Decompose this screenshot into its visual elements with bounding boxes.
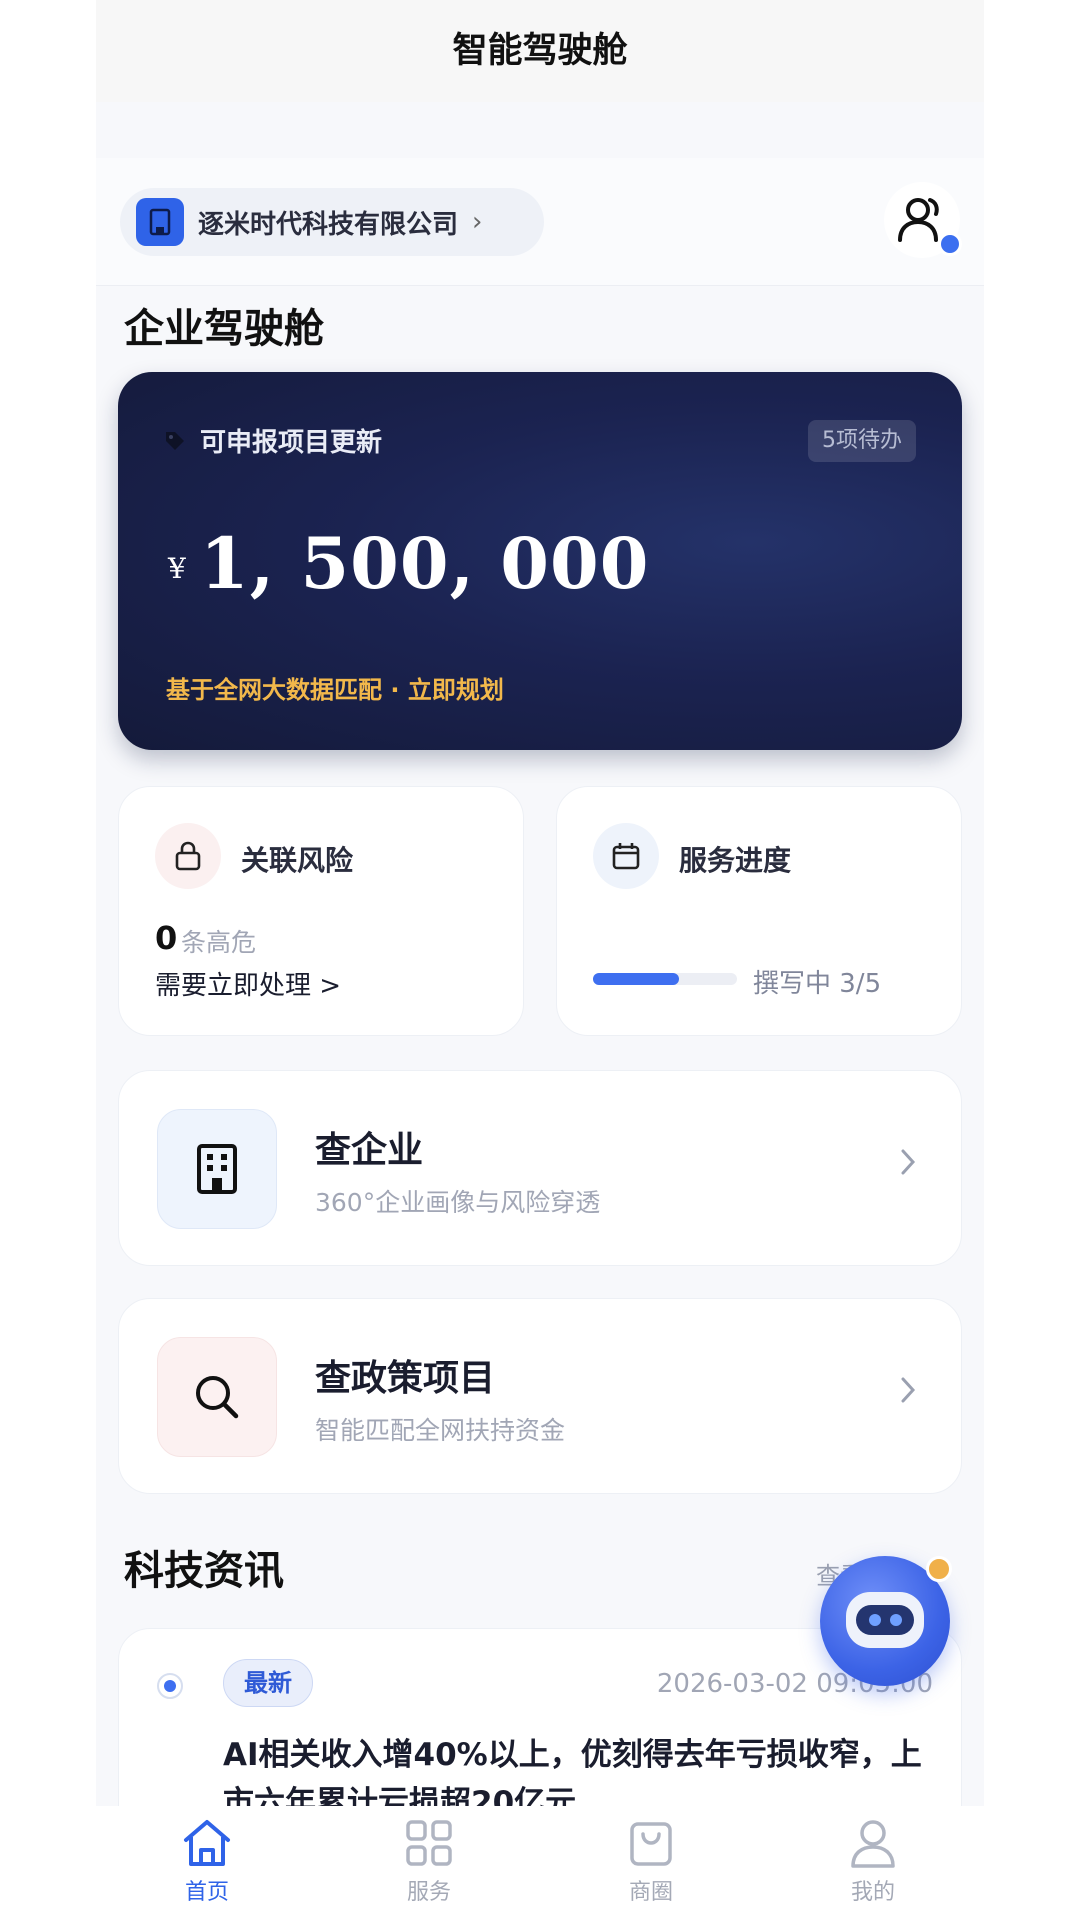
home-icon — [184, 1820, 230, 1866]
building-icon — [157, 1109, 277, 1229]
section-title-news: 科技资讯 — [124, 1548, 284, 1594]
tab-label: 商圈 — [628, 1880, 673, 1905]
tab-label: 我的 — [850, 1880, 895, 1905]
section-title-cockpit: 企业驾驶舱 — [124, 306, 324, 352]
risk-title: 关联风险 — [241, 844, 354, 877]
page-title: 智能驾驶舱 — [452, 31, 628, 71]
timeline-dot — [157, 1673, 183, 1699]
app-screen: 智能驾驶舱 逐米时代科技有限公司 › 企业驾驶舱 可申报项目更新 5项待办 ¥ … — [96, 0, 984, 1920]
tab-home[interactable]: 首页 — [96, 1806, 318, 1920]
todo-badge[interactable]: 5项待办 — [808, 420, 916, 462]
chevron-right-icon: › — [472, 207, 483, 237]
tab-business-circle[interactable]: 商圈 — [540, 1806, 762, 1920]
company-lookup-title: 查企业 — [315, 1130, 424, 1171]
hero-tag: 可申报项目更新 — [164, 422, 382, 459]
bottom-tab-bar: 首页 服务 商圈 我的 — [96, 1806, 984, 1920]
tab-profile[interactable]: 我的 — [762, 1806, 984, 1920]
currency-symbol: ¥ — [168, 552, 186, 585]
policy-lookup-title: 查政策项目 — [315, 1358, 496, 1399]
assistant-notification-dot — [926, 1556, 952, 1582]
risk-action-link[interactable]: 需要立即处理 > — [155, 965, 341, 1002]
lock-icon — [155, 823, 221, 889]
title-bar: 智能驾驶舱 — [96, 0, 984, 102]
tag-icon — [166, 431, 184, 450]
chevron-right-icon — [901, 1149, 916, 1175]
notification-dot — [938, 232, 962, 256]
tab-label: 服务 — [406, 1880, 451, 1905]
policy-lookup-subtitle: 智能匹配全网扶持资金 — [315, 1416, 566, 1445]
calendar-icon — [593, 823, 659, 889]
tab-services[interactable]: 服务 — [318, 1806, 540, 1920]
search-icon — [157, 1337, 277, 1457]
policy-lookup-card[interactable]: 查政策项目 智能匹配全网扶持资金 — [118, 1298, 962, 1494]
news-badge: 最新 — [223, 1659, 313, 1707]
hero-tag-label: 可申报项目更新 — [200, 428, 383, 458]
tab-label: 首页 — [184, 1880, 229, 1905]
building-icon — [136, 198, 184, 246]
grid-icon — [406, 1820, 452, 1866]
risk-card[interactable]: 关联风险 0 条高危 需要立即处理 > — [118, 786, 524, 1036]
header: 逐米时代科技有限公司 › — [96, 158, 984, 286]
risk-unit: 条高危 — [181, 928, 257, 957]
company-selector[interactable]: 逐米时代科技有限公司 › — [120, 188, 544, 256]
company-name: 逐米时代科技有限公司 — [198, 209, 459, 240]
progress-status: 撰写中 3/5 — [753, 969, 882, 999]
company-lookup-card[interactable]: 查企业 360°企业画像与风险穿透 — [118, 1070, 962, 1266]
avatar[interactable] — [884, 182, 962, 258]
progress-fill — [593, 973, 680, 985]
user-icon — [851, 1820, 895, 1868]
chevron-right-icon — [901, 1377, 916, 1403]
company-lookup-subtitle: 360°企业画像与风险穿透 — [315, 1188, 601, 1217]
progress-bar — [593, 973, 737, 985]
risk-count: 0 — [155, 919, 178, 957]
funding-amount: 1, 500, 000 — [200, 522, 650, 605]
shopping-bag-icon — [630, 1822, 672, 1866]
ai-assistant-button[interactable] — [820, 1556, 952, 1686]
hero-subtitle-link[interactable]: 基于全网大数据匹配 · 立即规划 — [166, 670, 504, 705]
robot-assistant-icon — [846, 1592, 924, 1648]
progress-title: 服务进度 — [679, 844, 792, 877]
hero-card[interactable]: 可申报项目更新 5项待办 ¥ 1, 500, 000 基于全网大数据匹配 · 立… — [118, 372, 962, 750]
progress-card[interactable]: 服务进度 撰写中 3/5 — [556, 786, 962, 1036]
